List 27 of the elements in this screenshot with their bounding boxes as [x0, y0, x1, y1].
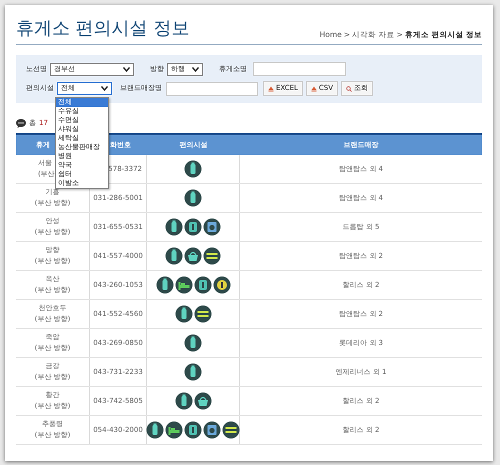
coin-icon — [212, 276, 230, 294]
basket-icon — [194, 392, 212, 410]
bottle-icon — [174, 392, 192, 410]
bottle-icon — [184, 189, 202, 207]
download-icon — [268, 86, 274, 92]
speech-bubble-icon — [16, 118, 26, 128]
basket-icon — [184, 247, 202, 265]
bottle-icon — [156, 276, 174, 294]
bed-icon — [174, 276, 192, 294]
bottle-icon — [184, 160, 202, 178]
washer-icon — [203, 421, 221, 439]
bottle-icon — [146, 421, 164, 439]
download-icon — [310, 86, 317, 92]
caret-icon — [123, 66, 130, 72]
bottle-icon — [174, 305, 192, 323]
brand-field[interactable] — [166, 82, 258, 96]
bottle-icon — [165, 218, 183, 236]
washer-icon — [203, 218, 221, 236]
page-title: 휴게소 편의시설 정보 — [16, 17, 190, 41]
bottle-icon — [184, 363, 202, 381]
caret-icon — [101, 86, 108, 91]
bottle-icon — [184, 334, 202, 352]
caret-icon — [192, 66, 199, 72]
search-icon — [346, 86, 352, 92]
rest-area-field[interactable] — [253, 62, 346, 76]
bed-icon — [165, 421, 183, 439]
bottle-icon — [165, 247, 183, 265]
